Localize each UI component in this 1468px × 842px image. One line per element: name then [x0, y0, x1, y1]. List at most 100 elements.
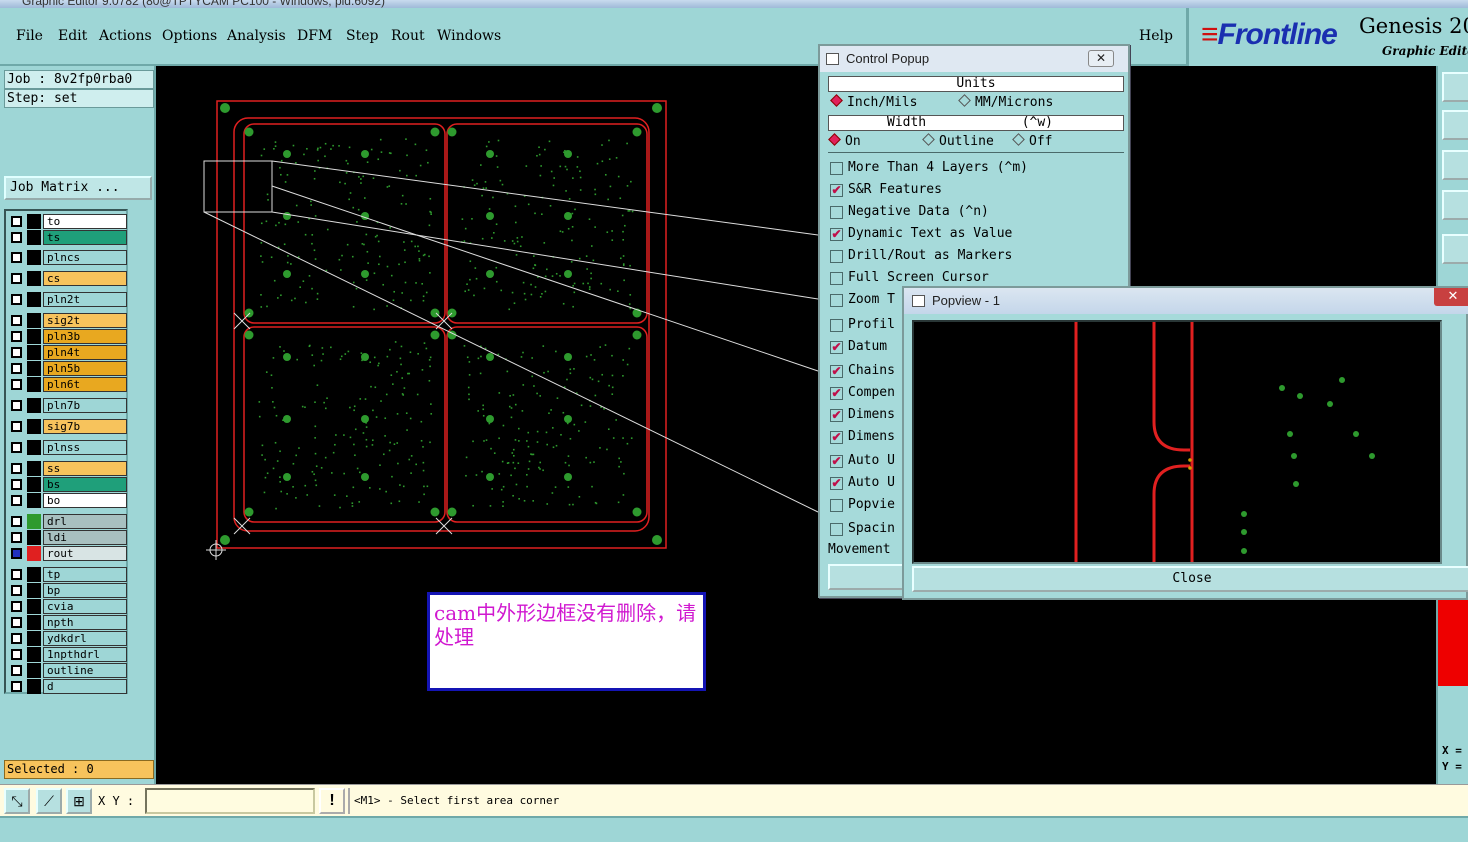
- layer-checkbox[interactable]: [11, 273, 22, 284]
- warning-button[interactable]: !: [319, 788, 345, 814]
- layer-row[interactable]: cs: [9, 271, 127, 286]
- menu-dfm[interactable]: DFM: [297, 28, 332, 44]
- layer-checkbox[interactable]: [11, 400, 22, 411]
- layer-name[interactable]: ydkdrl: [43, 631, 127, 646]
- layer-checkbox[interactable]: [11, 495, 22, 506]
- layer-checkbox[interactable]: [11, 665, 22, 676]
- layer-row[interactable]: pln5b: [9, 361, 127, 376]
- option-checkbox[interactable]: ✔: [830, 431, 843, 444]
- layer-row[interactable]: npth: [9, 615, 127, 630]
- option-checkbox[interactable]: [830, 319, 843, 332]
- grid-button[interactable]: ⊞: [66, 788, 92, 814]
- popview-close-button[interactable]: Close: [912, 566, 1468, 592]
- layer-name[interactable]: plnss: [43, 440, 127, 455]
- layer-row[interactable]: ts: [9, 230, 127, 245]
- layer-name[interactable]: to: [43, 214, 127, 229]
- menu-help[interactable]: Help: [1139, 28, 1173, 44]
- layer-name[interactable]: rout: [43, 546, 127, 561]
- layer-name[interactable]: d: [43, 679, 127, 694]
- layer-row[interactable]: pln2t: [9, 292, 127, 307]
- layer-checkbox[interactable]: [11, 315, 22, 326]
- layer-row[interactable]: rout: [9, 546, 127, 561]
- menu-edit[interactable]: Edit: [58, 28, 87, 44]
- layer-checkbox[interactable]: [11, 252, 22, 263]
- option-checkbox[interactable]: ✔: [830, 387, 843, 400]
- layer-checkbox[interactable]: [11, 649, 22, 660]
- menu-options[interactable]: Options: [162, 28, 217, 44]
- layer-name[interactable]: drl: [43, 514, 127, 529]
- layer-checkbox[interactable]: [11, 294, 22, 305]
- layer-name[interactable]: cvia: [43, 599, 127, 614]
- layer-name[interactable]: outline: [43, 663, 127, 678]
- option-checkbox[interactable]: [830, 250, 843, 263]
- menu-rout[interactable]: Rout: [391, 28, 425, 44]
- layer-name[interactable]: bo: [43, 493, 127, 508]
- layer-checkbox[interactable]: [11, 516, 22, 527]
- layer-checkbox[interactable]: [11, 681, 22, 692]
- layer-row[interactable]: sig7b: [9, 419, 127, 434]
- layer-name[interactable]: pln6t: [43, 377, 127, 392]
- layer-row[interactable]: ldi: [9, 530, 127, 545]
- layer-row[interactable]: d: [9, 679, 127, 694]
- option-checkbox[interactable]: [830, 206, 843, 219]
- layer-name[interactable]: ss: [43, 461, 127, 476]
- layer-name[interactable]: cs: [43, 271, 127, 286]
- layer-row[interactable]: ss: [9, 461, 127, 476]
- layer-row[interactable]: cvia: [9, 599, 127, 614]
- layer-row[interactable]: bp: [9, 583, 127, 598]
- unit-mm-radio[interactable]: MM/Microns: [958, 94, 1053, 110]
- menu-windows[interactable]: Windows: [437, 28, 501, 44]
- option-checkbox[interactable]: ✔: [830, 228, 843, 241]
- layer-checkbox[interactable]: [11, 479, 22, 490]
- layer-row[interactable]: 1npthdrl: [9, 647, 127, 662]
- layer-checkbox[interactable]: [11, 442, 22, 453]
- unit-inch-radio[interactable]: Inch/Mils: [830, 94, 917, 110]
- layer-row[interactable]: outline: [9, 663, 127, 678]
- layer-checkbox[interactable]: [11, 633, 22, 644]
- layer-row[interactable]: ydkdrl: [9, 631, 127, 646]
- option-checkbox[interactable]: [830, 272, 843, 285]
- layer-checkbox[interactable]: [11, 532, 22, 543]
- layer-checkbox[interactable]: [11, 569, 22, 580]
- layer-name[interactable]: pln7b: [43, 398, 127, 413]
- option-checkbox[interactable]: [830, 162, 843, 175]
- option-checkbox[interactable]: ✔: [830, 365, 843, 378]
- tool-button-4[interactable]: [1442, 190, 1468, 220]
- layer-name[interactable]: plncs: [43, 250, 127, 265]
- layer-name[interactable]: pln4t: [43, 345, 127, 360]
- control-popup-button[interactable]: [828, 564, 908, 590]
- layer-checkbox[interactable]: [11, 617, 22, 628]
- layer-checkbox[interactable]: [11, 216, 22, 227]
- option-checkbox[interactable]: ✔: [830, 455, 843, 468]
- layer-name[interactable]: 1npthdrl: [43, 647, 127, 662]
- option-checkbox[interactable]: ✔: [830, 409, 843, 422]
- close-icon[interactable]: ✕: [1434, 288, 1468, 306]
- layer-checkbox[interactable]: [11, 548, 22, 559]
- layer-checkbox[interactable]: [11, 421, 22, 432]
- layer-checkbox[interactable]: [11, 363, 22, 374]
- option-checkbox[interactable]: [830, 294, 843, 307]
- measure-button[interactable]: ⟋: [36, 788, 62, 814]
- option-checkbox[interactable]: [830, 523, 843, 536]
- tool-button-3[interactable]: [1442, 150, 1468, 180]
- layer-row[interactable]: pln4t: [9, 345, 127, 360]
- layer-checkbox[interactable]: [11, 331, 22, 342]
- close-icon[interactable]: ✕: [1088, 50, 1114, 67]
- zoom-area-button[interactable]: ⤡: [4, 788, 30, 814]
- layer-name[interactable]: sig7b: [43, 419, 127, 434]
- layer-name[interactable]: tp: [43, 567, 127, 582]
- option-checkbox[interactable]: ✔: [830, 341, 843, 354]
- job-matrix-button[interactable]: Job Matrix ...: [4, 176, 152, 200]
- width-outline-radio[interactable]: Outline: [922, 133, 994, 149]
- menu-step[interactable]: Step: [346, 28, 378, 44]
- layer-checkbox[interactable]: [11, 585, 22, 596]
- layer-row[interactable]: sig2t: [9, 313, 127, 328]
- layer-checkbox[interactable]: [11, 347, 22, 358]
- layer-name[interactable]: ts: [43, 230, 127, 245]
- layer-name[interactable]: sig2t: [43, 313, 127, 328]
- tool-button-1[interactable]: [1442, 72, 1468, 102]
- layer-row[interactable]: bs: [9, 477, 127, 492]
- popview-canvas[interactable]: [912, 320, 1442, 564]
- layer-name[interactable]: bs: [43, 477, 127, 492]
- option-checkbox[interactable]: [830, 499, 843, 512]
